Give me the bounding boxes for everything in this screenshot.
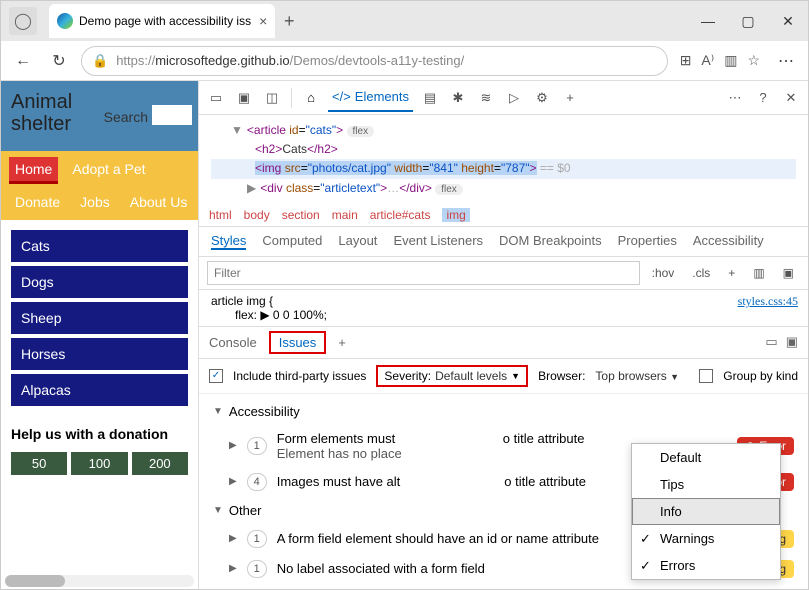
tab-console[interactable]: Console bbox=[209, 335, 257, 350]
search-label: Search bbox=[104, 109, 148, 125]
cls-toggle[interactable]: .cls bbox=[686, 264, 716, 282]
menu-warnings[interactable]: ✓Warnings bbox=[632, 525, 780, 552]
more-tools-icon[interactable]: ⚙ bbox=[531, 90, 553, 106]
more-button[interactable]: ⋯ bbox=[772, 51, 800, 71]
menu-default[interactable]: Default bbox=[632, 444, 780, 471]
device-icon[interactable]: ▣ bbox=[233, 90, 255, 106]
window-close-button[interactable]: ✕ bbox=[768, 13, 808, 30]
new-tab-button[interactable]: + bbox=[275, 11, 303, 32]
tab-title: Demo page with accessibility iss bbox=[79, 14, 251, 28]
nav-home[interactable]: Home bbox=[9, 157, 58, 184]
nav-about[interactable]: About Us bbox=[124, 190, 194, 214]
sources-icon[interactable]: ✱ bbox=[447, 90, 469, 106]
collections-icon[interactable]: ▥ bbox=[724, 52, 737, 69]
tab-listeners[interactable]: Event Listeners bbox=[393, 233, 483, 250]
console-tab-icon[interactable]: ▤ bbox=[419, 90, 441, 106]
search-input[interactable] bbox=[152, 105, 192, 125]
styles-subtabs: Styles Computed Layout Event Listeners D… bbox=[199, 227, 808, 257]
box-model-icon[interactable]: ▣ bbox=[777, 264, 800, 282]
tab-close-icon[interactable]: × bbox=[259, 13, 267, 29]
tab-issues[interactable]: Issues bbox=[269, 331, 327, 354]
app-icon[interactable]: ⊞ bbox=[680, 52, 692, 69]
browser-tab[interactable]: Demo page with accessibility iss × bbox=[49, 4, 275, 38]
dom-breadcrumb[interactable]: html body section main article#cats img bbox=[199, 204, 808, 227]
close-devtools-icon[interactable]: ✕ bbox=[780, 90, 802, 106]
tab-layout[interactable]: Layout bbox=[338, 233, 377, 250]
drawer-add-tab[interactable]: + bbox=[338, 335, 346, 350]
window-titlebar: ◯ Demo page with accessibility iss × + —… bbox=[1, 1, 808, 41]
help-icon[interactable]: ? bbox=[752, 90, 774, 105]
menu-info[interactable]: Info bbox=[632, 498, 780, 525]
nav-jobs[interactable]: Jobs bbox=[74, 190, 116, 214]
drawer-dock-icon[interactable]: ▭ bbox=[765, 334, 777, 350]
devtools-panel: ▭ ▣ ◫ ⌂ </>Elements ▤ ✱ ≋ ▷ ⚙ + ⋯ ? ✕ ▼<… bbox=[199, 81, 808, 589]
performance-icon[interactable]: ▷ bbox=[503, 90, 525, 106]
severity-dropdown[interactable]: Severity: Default levels ▼ bbox=[376, 365, 528, 387]
favorite-icon[interactable]: ☆ bbox=[747, 52, 760, 69]
lock-icon: 🔒 bbox=[92, 53, 108, 69]
donate-200[interactable]: 200 bbox=[132, 452, 188, 475]
category-list: Cats Dogs Sheep Horses Alpacas bbox=[1, 220, 198, 420]
tab-computed[interactable]: Computed bbox=[262, 233, 322, 250]
devtools-toolbar: ▭ ▣ ◫ ⌂ </>Elements ▤ ✱ ≋ ▷ ⚙ + ⋯ ? ✕ bbox=[199, 81, 808, 115]
tab-accessibility[interactable]: Accessibility bbox=[693, 233, 764, 250]
cat-cats[interactable]: Cats bbox=[11, 230, 188, 262]
cat-alpacas[interactable]: Alpacas bbox=[11, 374, 188, 406]
tab-dom-bp[interactable]: DOM Breakpoints bbox=[499, 233, 602, 250]
drawer-expand-icon[interactable]: ▣ bbox=[786, 334, 798, 350]
cat-horses[interactable]: Horses bbox=[11, 338, 188, 370]
main-nav: Home Adopt a Pet Donate Jobs About Us bbox=[1, 151, 198, 220]
issues-filter-bar: ✓ Include third-party issues Severity: D… bbox=[199, 359, 808, 394]
menu-tips[interactable]: Tips bbox=[632, 471, 780, 498]
cat-dogs[interactable]: Dogs bbox=[11, 266, 188, 298]
welcome-tab[interactable]: ⌂ bbox=[300, 90, 322, 105]
url-bar: ← ↻ 🔒 https://microsoftedge.github.io/De… bbox=[1, 41, 808, 81]
horizontal-scrollbar[interactable] bbox=[5, 575, 194, 587]
window-maximize-button[interactable]: ▢ bbox=[728, 13, 768, 30]
include-3p-label: Include third-party issues bbox=[233, 369, 366, 383]
css-rules[interactable]: article img { flex: ▶ 0 0 100%; styles.c… bbox=[199, 290, 808, 327]
network-icon[interactable]: ≋ bbox=[475, 90, 497, 106]
flex-editor-icon[interactable]: ▥ bbox=[747, 264, 770, 282]
new-style-icon[interactable]: + bbox=[722, 264, 741, 282]
inspect-icon[interactable]: ▭ bbox=[205, 90, 227, 106]
window-minimize-button[interactable]: — bbox=[688, 13, 728, 30]
add-tab-icon[interactable]: + bbox=[559, 90, 581, 105]
styles-filter-row: :hov .cls + ▥ ▣ bbox=[199, 257, 808, 290]
settings-icon[interactable]: ⋯ bbox=[724, 90, 746, 106]
page-header: Animalshelter Search bbox=[1, 81, 198, 151]
group-by-kind-label: Group by kind bbox=[723, 369, 798, 383]
browser-dropdown[interactable]: Top browsers ▼ bbox=[595, 369, 679, 383]
tab-properties[interactable]: Properties bbox=[618, 233, 677, 250]
group-accessibility[interactable]: ▼Accessibility bbox=[199, 398, 808, 425]
drawer-tabs: Console Issues + ▭ ▣ bbox=[199, 327, 808, 359]
severity-menu: Default Tips Info ✓Warnings ✓Errors bbox=[631, 443, 781, 580]
nav-adopt[interactable]: Adopt a Pet bbox=[66, 157, 151, 184]
code-icon: </> bbox=[332, 89, 351, 104]
source-link[interactable]: styles.css:45 bbox=[738, 294, 798, 309]
edge-icon bbox=[57, 13, 73, 29]
donate-heading: Help us with a donation bbox=[1, 420, 198, 448]
read-aloud-icon[interactable]: A⁾ bbox=[701, 52, 714, 69]
group-by-kind-checkbox[interactable]: ✓ bbox=[699, 369, 713, 383]
hov-toggle[interactable]: :hov bbox=[646, 264, 681, 282]
address-field[interactable]: 🔒 https://microsoftedge.github.io/Demos/… bbox=[81, 46, 668, 76]
include-3p-checkbox[interactable]: ✓ bbox=[209, 369, 223, 383]
chevron-down-icon: ▼ bbox=[511, 371, 520, 381]
tab-styles[interactable]: Styles bbox=[211, 233, 246, 250]
donate-50[interactable]: 50 bbox=[11, 452, 67, 475]
nav-donate[interactable]: Donate bbox=[9, 190, 66, 214]
webpage-panel: Animalshelter Search Home Adopt a Pet Do… bbox=[1, 81, 199, 589]
dock-icon[interactable]: ◫ bbox=[261, 90, 283, 106]
profile-icon[interactable]: ◯ bbox=[9, 7, 37, 35]
back-button[interactable]: ← bbox=[9, 52, 37, 70]
cat-sheep[interactable]: Sheep bbox=[11, 302, 188, 334]
menu-errors[interactable]: ✓Errors bbox=[632, 552, 780, 579]
refresh-button[interactable]: ↻ bbox=[45, 51, 73, 71]
styles-filter-input[interactable] bbox=[207, 261, 640, 285]
donate-100[interactable]: 100 bbox=[71, 452, 127, 475]
tab-elements[interactable]: </>Elements bbox=[328, 83, 413, 112]
dom-tree[interactable]: ▼<article id="cats"> flex <h2>Cats</h2> … bbox=[199, 115, 808, 204]
